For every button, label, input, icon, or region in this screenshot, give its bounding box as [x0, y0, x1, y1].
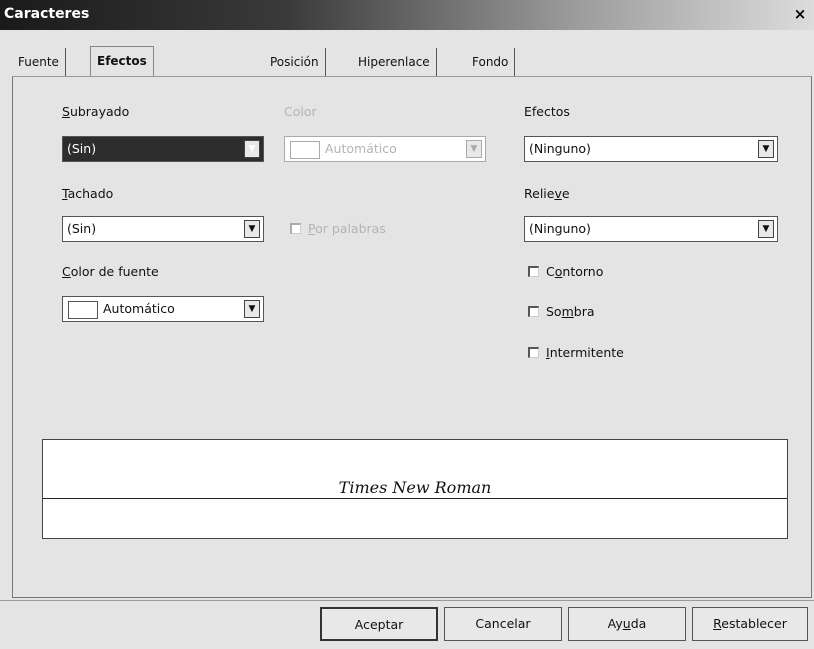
font-color-label: Color de fuente	[62, 264, 159, 279]
cancel-button[interactable]: Cancelar	[444, 607, 562, 641]
characters-dialog: Caracteres × Fuente Efectos de fuente Po…	[0, 0, 814, 649]
relief-select[interactable]: (Ninguno) ▼	[524, 216, 778, 242]
relief-value: (Ninguno)	[529, 221, 591, 236]
tab-fondo[interactable]: Fondo	[466, 48, 516, 76]
effects-label: Efectos	[524, 104, 570, 119]
title-bar: Caracteres ×	[0, 0, 814, 30]
dialog-title: Caracteres	[4, 6, 90, 22]
color-label: Color	[284, 104, 317, 119]
checkbox-icon[interactable]	[528, 306, 539, 317]
color-swatch-icon	[68, 301, 98, 319]
tab-posicion[interactable]: Posición	[264, 48, 326, 76]
help-button[interactable]: Ayuda	[568, 607, 686, 641]
underline-label: Subrayado	[62, 104, 130, 119]
blinking-label: Intermitente	[546, 345, 624, 360]
checkbox-icon[interactable]	[528, 347, 539, 358]
font-preview: Times New Roman	[42, 439, 788, 539]
shadow-label: Sombra	[546, 304, 595, 319]
tab-hiperenlace[interactable]: Hiperenlace	[352, 48, 437, 76]
strike-select[interactable]: (Sin) ▼	[62, 216, 264, 242]
chevron-down-icon[interactable]: ▼	[758, 220, 774, 238]
color-select[interactable]: Automático ▼	[284, 136, 486, 162]
preview-text: Times New Roman	[338, 478, 492, 497]
baseline-line	[43, 498, 787, 499]
strike-label: Tachado	[62, 186, 114, 201]
chevron-down-icon[interactable]: ▼	[244, 140, 260, 158]
effects-select[interactable]: (Ninguno) ▼	[524, 136, 778, 162]
tab-efectos-de-fuente[interactable]: Efectos de fuente	[90, 46, 154, 124]
font-color-value: Automático	[103, 301, 175, 316]
close-icon[interactable]: ×	[792, 6, 808, 22]
strike-value: (Sin)	[67, 221, 97, 236]
button-separator	[0, 600, 814, 601]
font-color-select[interactable]: Automático ▼	[62, 296, 264, 322]
tab-fuente[interactable]: Fuente	[12, 48, 66, 76]
checkbox-icon[interactable]	[528, 266, 539, 277]
color-swatch-icon	[290, 141, 320, 159]
checkbox-icon[interactable]	[290, 223, 301, 234]
reset-button[interactable]: Restablecer	[692, 607, 808, 641]
ok-button[interactable]: Aceptar	[320, 607, 438, 641]
outline-label: Contorno	[546, 264, 604, 279]
chevron-down-icon[interactable]: ▼	[466, 140, 482, 158]
color-value: Automático	[325, 141, 397, 156]
chevron-down-icon[interactable]: ▼	[758, 140, 774, 158]
chevron-down-icon[interactable]: ▼	[244, 220, 260, 238]
effects-value: (Ninguno)	[529, 141, 591, 156]
chevron-down-icon[interactable]: ▼	[244, 300, 260, 318]
underline-select[interactable]: (Sin) ▼	[62, 136, 264, 162]
per-word-label: Por palabras	[308, 221, 386, 236]
relief-label: Relieve	[524, 186, 570, 201]
underline-value: (Sin)	[67, 141, 97, 156]
